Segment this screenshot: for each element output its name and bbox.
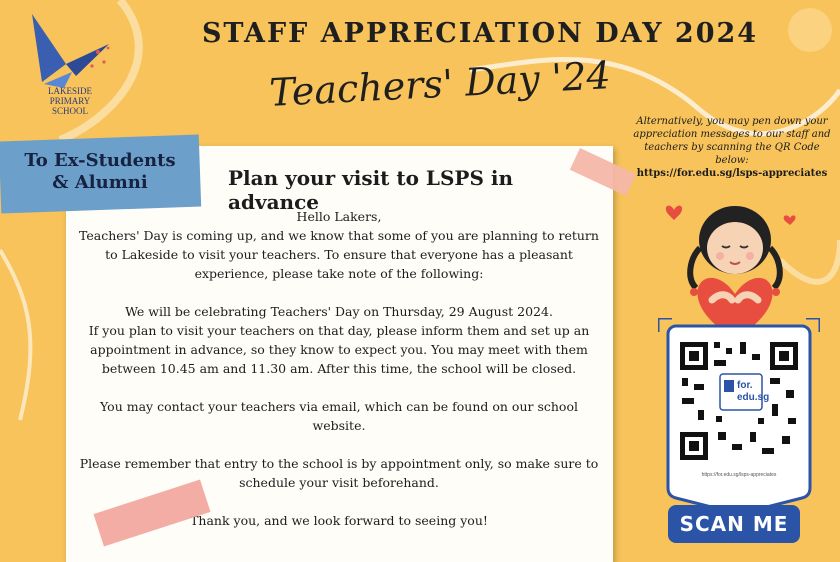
scan-me-button[interactable]: SCAN ME <box>668 505 800 543</box>
event-title: STAFF APPRECIATION DAY 2024 <box>201 18 759 49</box>
audience-label-line-2: & Alumni <box>52 172 148 193</box>
qr-caption: https://for.edu.sg/lsps-appreciates <box>702 472 777 478</box>
appointment-paragraph: If you plan to visit your teachers on th… <box>88 323 590 376</box>
girl-hugging-heart-illustration <box>665 205 796 338</box>
qr-badge-top: for. <box>737 380 753 391</box>
qr-code-frame: for. edu.sg https://for.edu.sg/lsps-appr… <box>658 318 820 516</box>
school-name: LAKESIDE PRIMARY SCHOOL <box>38 86 102 116</box>
audience-label: To Ex-Students & Alumni <box>8 150 192 194</box>
school-name-line-2: PRIMARY <box>49 96 91 106</box>
qr-instructions: Alternatively, you may pen down your app… <box>628 115 836 180</box>
qr-url[interactable]: https://for.edu.sg/lsps-appreciates <box>637 168 828 179</box>
school-name-line-1: LAKESIDE <box>48 86 92 96</box>
qr-badge-bottom: edu.sg <box>737 392 769 403</box>
intro-paragraph: Teachers' Day is coming up, and we know … <box>79 228 599 281</box>
contact-paragraph: You may contact your teachers via email,… <box>100 399 578 433</box>
entry-paragraph: Please remember that entry to the school… <box>79 456 599 490</box>
greeting: Hello Lakers, <box>296 209 382 224</box>
school-name-line-3: SCHOOL <box>51 106 88 116</box>
qr-instructions-text: Alternatively, you may pen down your app… <box>633 116 831 166</box>
date-line: We will be celebrating Teachers' Day on … <box>125 304 553 319</box>
notice-body: Hello Lakers, Teachers' Day is coming up… <box>74 207 604 530</box>
audience-label-line-1: To Ex-Students <box>24 150 176 171</box>
